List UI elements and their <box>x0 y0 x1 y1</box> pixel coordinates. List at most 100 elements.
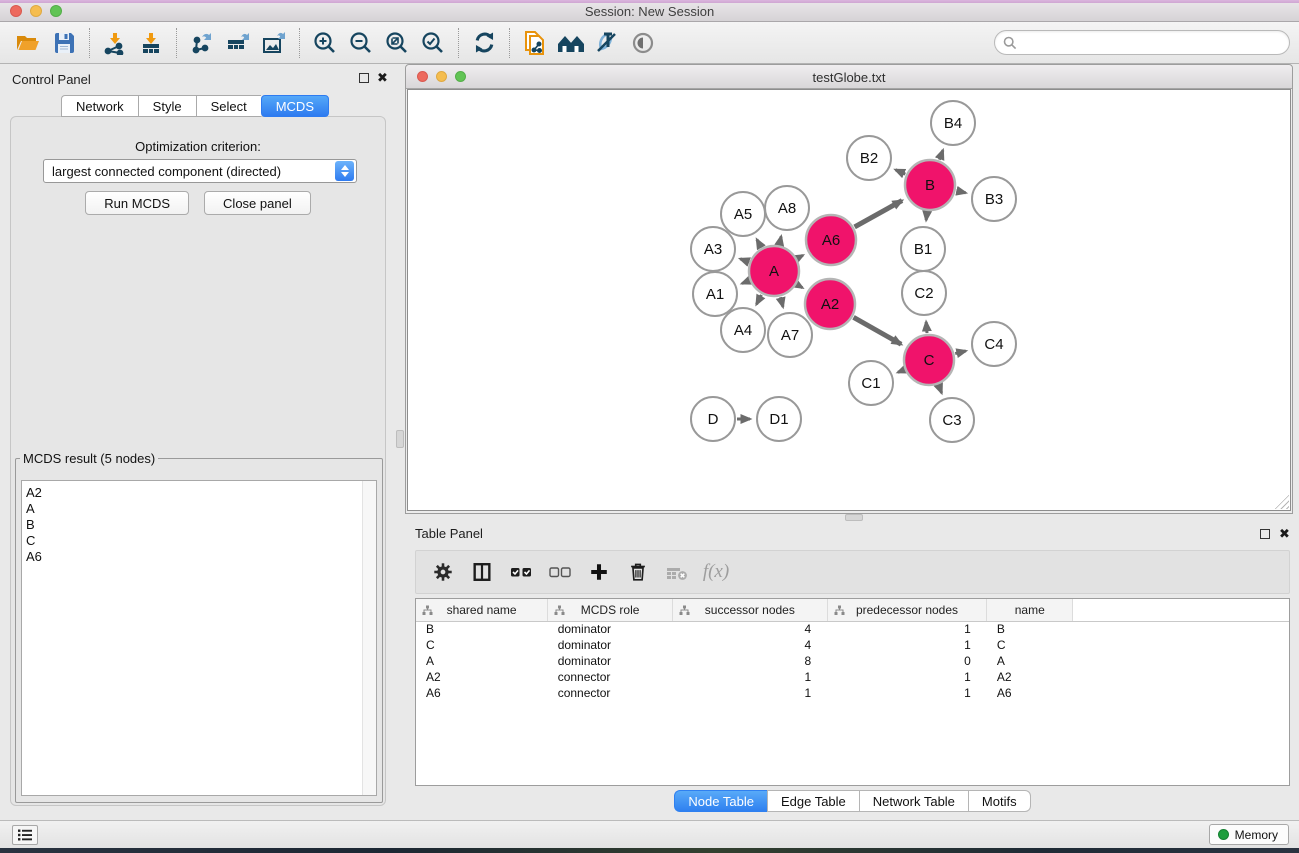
checked-boxes-icon[interactable] <box>506 557 536 587</box>
home-icon[interactable] <box>553 26 589 60</box>
edge-A-A7[interactable] <box>781 297 783 307</box>
tab-network[interactable]: Network <box>61 95 138 117</box>
table-cell[interactable]: C <box>987 637 1073 653</box>
edge-A-A3[interactable] <box>740 259 748 262</box>
table-cell[interactable]: 4 <box>672 637 827 653</box>
zoom-fit-icon[interactable] <box>379 26 415 60</box>
table-cell[interactable]: 8 <box>672 653 827 669</box>
table-cell[interactable]: C <box>416 637 548 653</box>
task-history-button[interactable] <box>12 825 38 845</box>
snapshot-icon[interactable] <box>517 26 553 60</box>
edge-B-B1[interactable] <box>926 212 927 220</box>
tab-network-table[interactable]: Network Table <box>859 790 968 812</box>
delete-table-icon[interactable] <box>662 557 692 587</box>
table-cell[interactable]: dominator <box>548 653 673 669</box>
edge-B-B2[interactable] <box>896 170 906 174</box>
edge-A-A2[interactable] <box>797 285 802 288</box>
table-cell[interactable]: connector <box>548 685 673 701</box>
result-item[interactable]: A2 <box>26 485 376 501</box>
table-cell[interactable]: A <box>416 653 548 669</box>
export-table-icon[interactable] <box>220 26 256 60</box>
edge-A2-C[interactable] <box>854 317 902 344</box>
edge-B-B4[interactable] <box>939 150 943 159</box>
import-network-icon[interactable] <box>97 26 133 60</box>
close-panel-button[interactable]: Close panel <box>204 191 311 215</box>
zoom-out-icon[interactable] <box>343 26 379 60</box>
float-table-panel-icon[interactable] <box>1260 529 1270 539</box>
column-header[interactable]: MCDS role <box>548 599 673 621</box>
edge-A6-B[interactable] <box>855 201 902 227</box>
add-column-icon[interactable] <box>584 557 614 587</box>
export-image-icon[interactable] <box>256 26 292 60</box>
tab-node-table[interactable]: Node Table <box>674 790 767 812</box>
delete-icon[interactable] <box>623 557 653 587</box>
edge-A-A5[interactable] <box>757 239 761 247</box>
result-item[interactable]: A6 <box>26 549 376 565</box>
table-cell[interactable]: B <box>987 621 1073 637</box>
float-panel-icon[interactable] <box>359 73 369 83</box>
memory-button[interactable]: Memory <box>1209 824 1289 845</box>
table-cell[interactable]: A6 <box>416 685 548 701</box>
column-header[interactable]: predecessor nodes <box>827 599 987 621</box>
network-canvas[interactable]: B4B2BB3A5A8A6B1A3AC2A1A2A4A7C4CC1C3DD1 <box>407 89 1291 511</box>
table-row[interactable]: Adominator80A <box>416 653 1289 669</box>
table-cell[interactable]: A2 <box>987 669 1073 685</box>
save-icon[interactable] <box>46 26 82 60</box>
column-header[interactable]: shared name <box>416 599 548 621</box>
table-cell[interactable]: A <box>987 653 1073 669</box>
table-cell[interactable]: A2 <box>416 669 548 685</box>
table-row[interactable]: Bdominator41B <box>416 621 1289 637</box>
edge-C-C3[interactable] <box>939 385 942 393</box>
search-input[interactable] <box>1017 33 1289 53</box>
edge-C-C4[interactable] <box>955 351 966 354</box>
edge-C-C1[interactable] <box>898 370 904 372</box>
edge-B-B3[interactable] <box>956 191 965 193</box>
table-row[interactable]: A2connector11A2 <box>416 669 1289 685</box>
result-item[interactable]: C <box>26 533 376 549</box>
result-item[interactable]: B <box>26 517 376 533</box>
refresh-icon[interactable] <box>466 26 502 60</box>
unchecked-boxes-icon[interactable] <box>545 557 575 587</box>
open-folder-icon[interactable] <box>10 26 46 60</box>
close-table-panel-icon[interactable]: ✖ <box>1279 526 1290 542</box>
network-window-titlebar[interactable]: testGlobe.txt <box>406 65 1292 89</box>
edge-A-A8[interactable] <box>779 236 781 244</box>
column-header[interactable]: name <box>987 599 1073 621</box>
close-panel-icon[interactable]: ✖ <box>377 70 388 86</box>
tab-edge-table[interactable]: Edge Table <box>767 790 859 812</box>
edge-A-A4[interactable] <box>756 295 761 304</box>
import-table-icon[interactable] <box>133 26 169 60</box>
zoom-selected-icon[interactable] <box>415 26 451 60</box>
function-icon[interactable]: f(x) <box>701 557 731 587</box>
export-network-icon[interactable] <box>184 26 220 60</box>
table-cell[interactable]: 0 <box>827 653 987 669</box>
edge-C-C2[interactable] <box>926 322 927 333</box>
table-cell[interactable]: dominator <box>548 637 673 653</box>
run-mcds-button[interactable]: Run MCDS <box>85 191 189 215</box>
table-cell[interactable]: connector <box>548 669 673 685</box>
table-cell[interactable]: 1 <box>672 669 827 685</box>
gear-icon[interactable] <box>428 557 458 587</box>
eye-icon[interactable] <box>625 26 661 60</box>
table-cell[interactable]: 4 <box>672 621 827 637</box>
tab-mcds[interactable]: MCDS <box>261 95 329 117</box>
table-cell[interactable]: dominator <box>548 621 673 637</box>
result-scrollbar[interactable] <box>362 481 376 795</box>
result-item[interactable]: A <box>26 501 376 517</box>
tab-style[interactable]: Style <box>138 95 196 117</box>
table-cell[interactable]: B <box>416 621 548 637</box>
edge-A-A1[interactable] <box>742 281 749 284</box>
table-row[interactable]: Cdominator41C <box>416 637 1289 653</box>
table-cell[interactable]: 1 <box>827 685 987 701</box>
table-cell[interactable]: A6 <box>987 685 1073 701</box>
tab-motifs[interactable]: Motifs <box>968 790 1031 812</box>
zoom-in-icon[interactable] <box>307 26 343 60</box>
edge-A-A6[interactable] <box>798 255 803 258</box>
table-cell[interactable]: 1 <box>827 637 987 653</box>
table-cell[interactable]: 1 <box>672 685 827 701</box>
table-cell[interactable]: 1 <box>827 621 987 637</box>
criterion-select[interactable]: largest connected component (directed) <box>43 159 357 183</box>
tab-select[interactable]: Select <box>196 95 261 117</box>
split-columns-icon[interactable] <box>467 557 497 587</box>
table-cell[interactable]: 1 <box>827 669 987 685</box>
